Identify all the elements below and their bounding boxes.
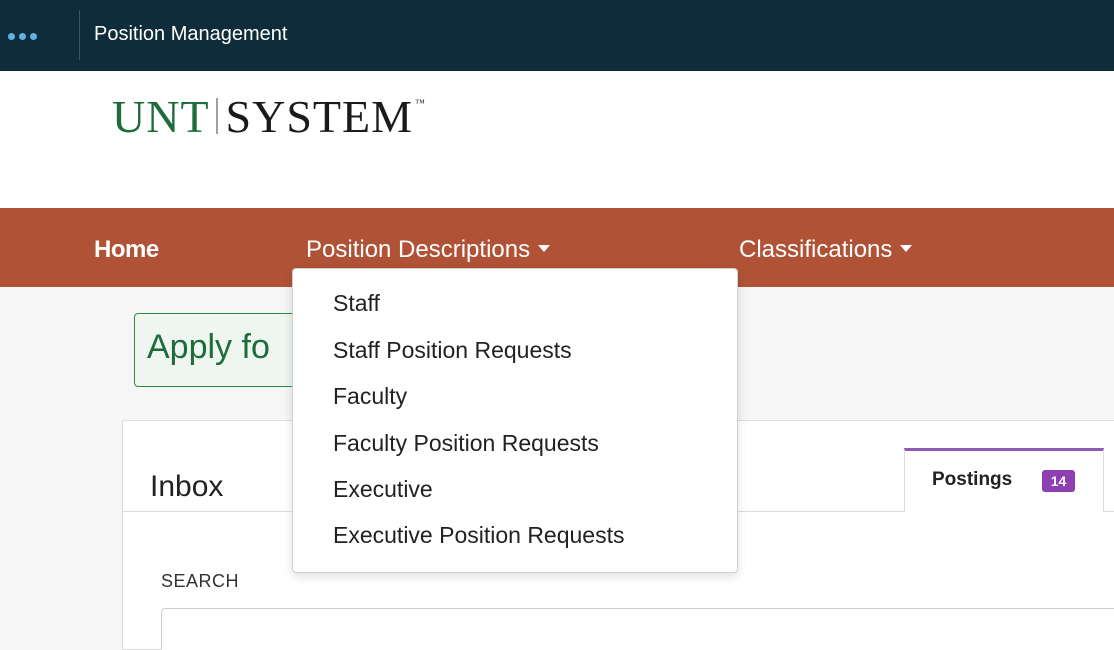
- dot-icon: [19, 32, 26, 40]
- nav-home[interactable]: Home: [94, 236, 159, 264]
- menu-item-faculty-position-requests[interactable]: Faculty Position Requests: [333, 429, 599, 457]
- search-input[interactable]: [161, 608, 1114, 650]
- caret-down-icon: [900, 245, 913, 253]
- app-title: Position Management: [94, 23, 288, 45]
- menu-item-executive-position-requests[interactable]: Executive Position Requests: [333, 521, 625, 549]
- nav-position-descriptions-label: Position Descriptions: [306, 236, 531, 263]
- position-descriptions-dropdown: Staff Staff Position Requests Faculty Fa…: [292, 268, 738, 573]
- logo-system-text: SYSTEM: [225, 90, 414, 142]
- nav-classifications[interactable]: Classifications: [739, 236, 913, 264]
- tab-postings-label: Postings: [932, 469, 1013, 490]
- apply-button-label: Apply fo: [147, 328, 270, 366]
- logo-separator: [215, 98, 218, 134]
- logo-unt-text: UNT: [112, 90, 210, 142]
- dot-icon: [8, 32, 15, 40]
- nav-classifications-label: Classifications: [739, 236, 893, 263]
- dot-icon: [30, 32, 37, 40]
- menu-item-faculty[interactable]: Faculty: [333, 382, 407, 410]
- menu-item-staff[interactable]: Staff: [333, 289, 380, 317]
- unt-system-logo[interactable]: UNT SYSTEM ™: [112, 86, 426, 146]
- caret-down-icon: [538, 245, 551, 253]
- logo-trademark: ™: [415, 98, 426, 109]
- dots-menu-icon[interactable]: [8, 26, 48, 46]
- tab-postings[interactable]: Postings 14: [904, 448, 1104, 512]
- apply-button[interactable]: Apply fo: [134, 313, 314, 387]
- menu-item-executive[interactable]: Executive: [333, 475, 433, 503]
- search-label: SEARCH: [161, 571, 240, 591]
- postings-count-badge: 14: [1042, 470, 1075, 492]
- nav-home-label: Home: [94, 236, 159, 263]
- topbar-divider: [79, 10, 80, 60]
- inbox-title: Inbox: [150, 470, 224, 503]
- nav-position-descriptions[interactable]: Position Descriptions: [306, 236, 551, 264]
- menu-item-staff-position-requests[interactable]: Staff Position Requests: [333, 336, 572, 364]
- top-bar: Position Management: [0, 0, 1114, 71]
